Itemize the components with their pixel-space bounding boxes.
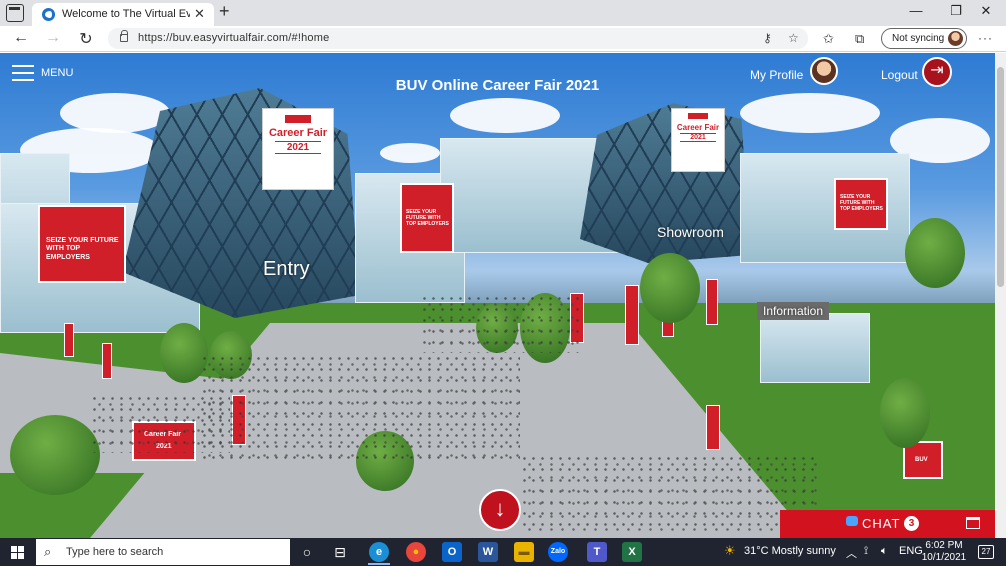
- virtual-fair-scene: Career Fair 2021 Career Fair 2021 SEIZE …: [0, 53, 995, 538]
- chat-bubble-icon: [846, 516, 858, 526]
- task-view-icon[interactable]: ⊟: [330, 542, 350, 562]
- tab-title: Welcome to The Virtual Event. C: [62, 8, 190, 20]
- add-favorite-icon[interactable]: ☆: [788, 31, 799, 45]
- crowd: [200, 353, 520, 463]
- tree: [640, 253, 700, 323]
- cloud: [740, 93, 880, 133]
- windows-start-icon[interactable]: [11, 546, 24, 559]
- tree: [880, 378, 930, 448]
- volume-icon[interactable]: 🔈︎: [881, 545, 888, 558]
- page-scrollbar[interactable]: [995, 53, 1006, 538]
- crowd: [90, 393, 230, 453]
- information-booth: [760, 313, 870, 383]
- browser-avatar: [948, 31, 963, 46]
- taskbar-search-box[interactable]: ⌕ Type here to search: [36, 539, 290, 565]
- file-explorer-icon[interactable]: ▬: [514, 542, 534, 562]
- banner-title: Career Fair: [676, 123, 720, 132]
- banner-year: 2021: [680, 133, 716, 142]
- clock-date: 10/1/2021: [921, 552, 967, 563]
- banner-title: Career Fair: [268, 127, 328, 139]
- minimize-button[interactable]: —: [896, 3, 936, 18]
- new-tab-button[interactable]: +: [219, 1, 230, 22]
- close-tab-icon[interactable]: ✕: [194, 6, 205, 22]
- maximize-chat-icon[interactable]: [966, 517, 980, 529]
- outlook-icon[interactable]: O: [442, 542, 462, 562]
- crowd: [520, 453, 820, 533]
- banner-tagline: SEIZE YOUR FUTURE WITH TOP EMPLOYERS: [406, 209, 449, 227]
- banner-tagline: SEIZE YOUR FUTURE WITH TOP EMPLOYERS: [46, 237, 119, 261]
- sync-label: Not syncing: [892, 33, 945, 44]
- chat-unread-badge: 3: [904, 516, 919, 531]
- flag: [102, 343, 112, 379]
- showroom-hotspot[interactable]: Showroom: [657, 224, 724, 240]
- banner-tagline: SEIZE YOUR FUTURE WITH TOP EMPLOYERS: [840, 194, 883, 212]
- cloud: [380, 143, 440, 163]
- chat-bar[interactable]: CHAT 3: [780, 510, 995, 538]
- network-icon[interactable]: ⟟: [864, 545, 868, 558]
- clock[interactable]: 6:02 PM 10/1/2021: [920, 540, 968, 564]
- profile-avatar[interactable]: [810, 57, 838, 85]
- profile-sync-button[interactable]: Not syncing: [881, 28, 967, 49]
- edge-icon[interactable]: e: [369, 542, 389, 562]
- sign-logo: BUV: [915, 457, 928, 463]
- show-hidden-icons[interactable]: ︿: [846, 545, 857, 561]
- windows-taskbar: ⌕ Type here to search ○ ⊟ e ● O W ▬ Zalo…: [0, 538, 1006, 566]
- search-icon: ⌕: [44, 544, 52, 559]
- chrome-icon[interactable]: ●: [406, 542, 426, 562]
- buv-logo: [688, 113, 708, 119]
- career-fair-banner: Career Fair 2021: [671, 108, 725, 172]
- search-placeholder: Type here to search: [66, 546, 164, 558]
- page-title: BUV Online Career Fair 2021: [395, 77, 600, 94]
- career-fair-banner: Career Fair 2021: [262, 108, 334, 190]
- chat-label: CHAT: [862, 516, 901, 531]
- banner-year: 2021: [275, 141, 321, 154]
- word-icon[interactable]: W: [478, 542, 498, 562]
- tree: [905, 218, 965, 288]
- cloud: [450, 98, 560, 133]
- tagline-banner: SEIZE YOUR FUTURE WITH TOP EMPLOYERS: [38, 205, 126, 283]
- flag: [706, 279, 718, 325]
- browser-tab-bar: Welcome to The Virtual Event. C ✕ + — ❐ …: [0, 0, 1006, 26]
- more-options-icon[interactable]: ···: [978, 31, 993, 45]
- crowd: [420, 293, 580, 353]
- weather-text[interactable]: 31°C Mostly sunny: [744, 545, 836, 557]
- my-profile-link[interactable]: My Profile: [750, 68, 803, 82]
- information-hotspot[interactable]: Information: [757, 302, 830, 320]
- logout-icon[interactable]: ⇥: [922, 57, 952, 87]
- site-favicon-icon: [42, 8, 55, 21]
- advert-column: [706, 405, 720, 450]
- active-app-indicator: [368, 563, 390, 565]
- collections-icon[interactable]: ⧉: [855, 31, 864, 47]
- url-text[interactable]: https://buv.easyvirtualfair.com/#!home: [138, 32, 329, 44]
- tree: [10, 415, 100, 495]
- sun-icon[interactable]: ☀: [724, 543, 736, 559]
- entry-hotspot[interactable]: Entry: [263, 258, 310, 281]
- browser-tab[interactable]: Welcome to The Virtual Event. C ✕: [32, 3, 214, 26]
- tagline-banner: SEIZE YOUR FUTURE WITH TOP EMPLOYERS: [400, 183, 454, 253]
- favorites-icon[interactable]: ✩: [823, 31, 834, 47]
- address-bar[interactable]: https://buv.easyvirtualfair.com/#!home ⚷…: [108, 28, 808, 49]
- clock-time: 6:02 PM: [925, 540, 963, 551]
- flag: [625, 285, 639, 345]
- scroll-down-button[interactable]: ↓: [479, 489, 521, 531]
- flag: [64, 323, 74, 357]
- key-icon[interactable]: ⚷: [763, 31, 772, 45]
- zalo-icon[interactable]: Zalo: [548, 542, 568, 562]
- cortana-icon[interactable]: ○: [297, 542, 317, 562]
- scroll-thumb[interactable]: [997, 67, 1004, 287]
- lock-icon[interactable]: [120, 30, 128, 42]
- tagline-banner: SEIZE YOUR FUTURE WITH TOP EMPLOYERS: [834, 178, 888, 230]
- logout-link[interactable]: Logout: [881, 68, 918, 82]
- tab-actions-icon[interactable]: [6, 4, 24, 22]
- forward-button[interactable]: →: [40, 29, 66, 47]
- browser-toolbar: ← → ↻ https://buv.easyvirtualfair.com/#!…: [0, 26, 1006, 52]
- cloud: [60, 93, 170, 133]
- close-window-button[interactable]: ✕: [966, 3, 1006, 19]
- teams-icon[interactable]: T: [587, 542, 607, 562]
- excel-icon[interactable]: X: [622, 542, 642, 562]
- back-button[interactable]: ←: [8, 29, 34, 47]
- reload-button[interactable]: ↻: [73, 29, 99, 49]
- notification-center-icon[interactable]: 27: [978, 545, 994, 559]
- buv-logo: [285, 115, 311, 123]
